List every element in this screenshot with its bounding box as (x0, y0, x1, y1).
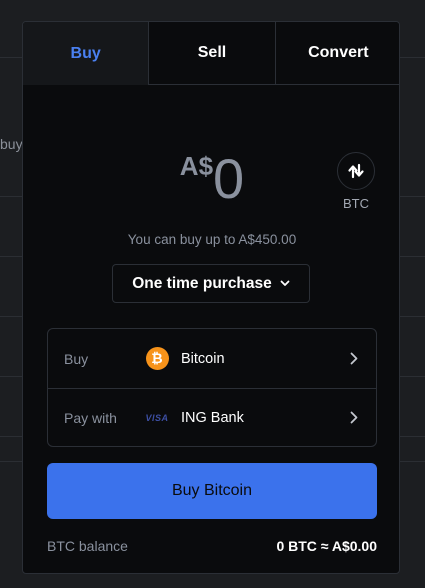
payment-method-value: ING Bank (181, 409, 244, 426)
switch-unit-button[interactable] (337, 152, 375, 190)
trade-panel: Buy Sell Convert A$ 0 BTC You can buy up… (22, 21, 400, 574)
purchase-type-dropdown[interactable]: One time purchase (112, 264, 310, 303)
currency-symbol: A$ (179, 151, 214, 181)
background-text: buy (0, 136, 23, 152)
amount-value[interactable]: 0 (213, 147, 244, 211)
visa-icon: VISA (145, 406, 169, 430)
balance-label: BTC balance (47, 538, 128, 554)
chevron-right-icon (348, 411, 360, 425)
arrows-swap-icon (348, 163, 364, 179)
purchase-type-label: One time purchase (132, 274, 272, 292)
chevron-right-icon (348, 352, 360, 366)
payment-method-label: Pay with (64, 409, 117, 426)
tab-sell[interactable]: Sell (148, 22, 275, 85)
tab-buy[interactable]: Buy (23, 22, 149, 85)
buy-limit-text: You can buy up to A$450.00 (127, 232, 297, 247)
chevron-down-icon (280, 280, 290, 286)
buy-asset-label: Buy (64, 350, 89, 367)
buy-asset-value: Bitcoin (181, 350, 225, 367)
tab-convert[interactable]: Convert (274, 22, 399, 85)
bitcoin-icon: ₿ (145, 347, 169, 371)
balance-row: BTC balance 0 BTC ≈ A$0.00 (47, 538, 377, 554)
asset-payment-selector: Buy ₿ Bitcoin Pay with VISA ING Bank (47, 328, 377, 447)
trade-tabs: Buy Sell Convert (23, 22, 399, 85)
switch-unit-label: BTC (343, 196, 369, 211)
buy-asset-row[interactable]: Buy ₿ Bitcoin (48, 329, 376, 389)
balance-value: 0 BTC ≈ A$0.00 (276, 538, 377, 554)
buy-bitcoin-button[interactable]: Buy Bitcoin (47, 463, 377, 519)
payment-method-row[interactable]: Pay with VISA ING Bank (48, 388, 376, 446)
visa-icon-text: VISA (145, 412, 169, 423)
